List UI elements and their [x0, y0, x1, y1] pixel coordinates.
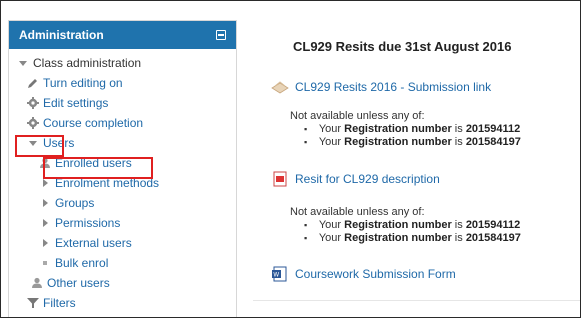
restriction-heading: Not available unless any of:: [290, 110, 425, 122]
restriction-condition: Your Registration number is 201584197: [290, 232, 521, 244]
tree-item-label: Turn editing on: [43, 76, 123, 90]
condition-value: 201584197: [465, 136, 521, 148]
tree-item-course-completion[interactable]: Course completion: [9, 113, 236, 133]
expanded-triangle-icon: [17, 57, 29, 69]
gear-icon: [27, 97, 39, 109]
restriction-info: Not available unless any of: Your Regist…: [290, 110, 521, 148]
activity-assignment[interactable]: CL929 Resits 2016 - Submission link: [271, 78, 491, 96]
administration-header: Administration: [9, 21, 236, 49]
condition-field: Registration number: [344, 219, 452, 231]
tree-item-external-users[interactable]: External users: [9, 233, 236, 253]
activity-link[interactable]: Resit for CL929 description: [295, 172, 440, 186]
tree-item-edit-settings[interactable]: Edit settings: [9, 93, 236, 113]
tree-item-label: Enrolment methods: [55, 176, 160, 190]
condition-value: 201594112: [465, 219, 521, 231]
condition-value: 201594112: [465, 123, 521, 135]
administration-block: Administration Class administration Turn…: [8, 20, 237, 318]
section-divider: [253, 300, 581, 301]
condition-prefix: Your: [318, 219, 342, 231]
tree-item-groups[interactable]: Groups: [9, 193, 236, 213]
pencil-icon: [27, 77, 39, 89]
administration-title: Administration: [19, 28, 104, 42]
condition-operator: is: [454, 219, 463, 231]
tree-item-turn-editing-on[interactable]: Turn editing on: [9, 73, 236, 93]
tree-item-filters[interactable]: Filters: [9, 293, 236, 313]
tree-item-label: Groups: [55, 196, 95, 210]
collapsed-triangle-icon: [39, 217, 51, 229]
admin-tree: Class administration Turn editing on Edi…: [9, 49, 236, 313]
tree-item-label: External users: [55, 236, 132, 250]
activity-word-document[interactable]: W Coursework Submission Form: [271, 265, 456, 283]
collapsed-triangle-icon: [39, 177, 51, 189]
course-section: CL929 Resits due 31st August 2016 CL929 …: [253, 20, 581, 318]
expanded-triangle-icon: [27, 137, 39, 149]
condition-prefix: Your: [318, 232, 342, 244]
tree-item-label: Course completion: [43, 116, 144, 130]
tree-item-label: Edit settings: [43, 96, 109, 110]
collapsed-triangle-icon: [39, 197, 51, 209]
tree-item-label: Other users: [47, 276, 110, 290]
tree-item-label: Permissions: [55, 216, 121, 230]
activity-pdf-resource[interactable]: Resit for CL929 description: [271, 170, 440, 188]
user-icon: [31, 277, 43, 289]
pdf-icon: [271, 170, 289, 188]
gear-icon: [27, 117, 39, 129]
tree-item-bulk-enrol[interactable]: Bulk enrol: [9, 253, 236, 273]
tree-item-permissions[interactable]: Permissions: [9, 213, 236, 233]
collapsed-triangle-icon: [39, 237, 51, 249]
condition-operator: is: [454, 123, 463, 135]
restriction-heading: Not available unless any of:: [290, 206, 425, 218]
tree-item-label: Enrolled users: [55, 156, 132, 170]
activity-link[interactable]: CL929 Resits 2016 - Submission link: [295, 80, 491, 94]
tree-item-users[interactable]: Users: [9, 133, 236, 153]
restriction-condition: Your Registration number is 201594112: [290, 219, 521, 231]
filter-icon: [27, 297, 39, 309]
user-icon: [39, 157, 51, 169]
condition-operator: is: [454, 232, 463, 244]
collapse-block-icon[interactable]: [216, 30, 226, 40]
condition-prefix: Your: [318, 123, 342, 135]
condition-field: Registration number: [344, 232, 452, 244]
tree-item-enrolment-methods[interactable]: Enrolment methods: [9, 173, 236, 193]
tree-item-class-administration[interactable]: Class administration: [9, 53, 236, 73]
activity-link[interactable]: Coursework Submission Form: [295, 267, 456, 281]
tree-item-label: Filters: [43, 296, 76, 310]
tree-item-other-users[interactable]: Other users: [9, 273, 236, 293]
tree-item-enrolled-users[interactable]: Enrolled users: [9, 153, 236, 173]
bullet-icon: [39, 257, 51, 269]
restriction-condition: Your Registration number is 201594112: [290, 123, 521, 135]
section-title: CL929 Resits due 31st August 2016: [293, 39, 512, 54]
tree-item-label: Bulk enrol: [55, 256, 109, 270]
word-document-icon: W: [271, 265, 289, 283]
condition-field: Registration number: [344, 123, 452, 135]
assignment-icon: [271, 78, 289, 96]
restriction-info: Not available unless any of: Your Regist…: [290, 206, 521, 244]
restriction-condition: Your Registration number is 201584197: [290, 136, 521, 148]
tree-item-label: Class administration: [33, 56, 142, 70]
condition-prefix: Your: [318, 136, 342, 148]
condition-value: 201584197: [465, 232, 521, 244]
condition-operator: is: [454, 136, 463, 148]
condition-field: Registration number: [344, 136, 452, 148]
tree-item-label: Users: [43, 136, 75, 150]
svg-text:W: W: [273, 272, 279, 279]
